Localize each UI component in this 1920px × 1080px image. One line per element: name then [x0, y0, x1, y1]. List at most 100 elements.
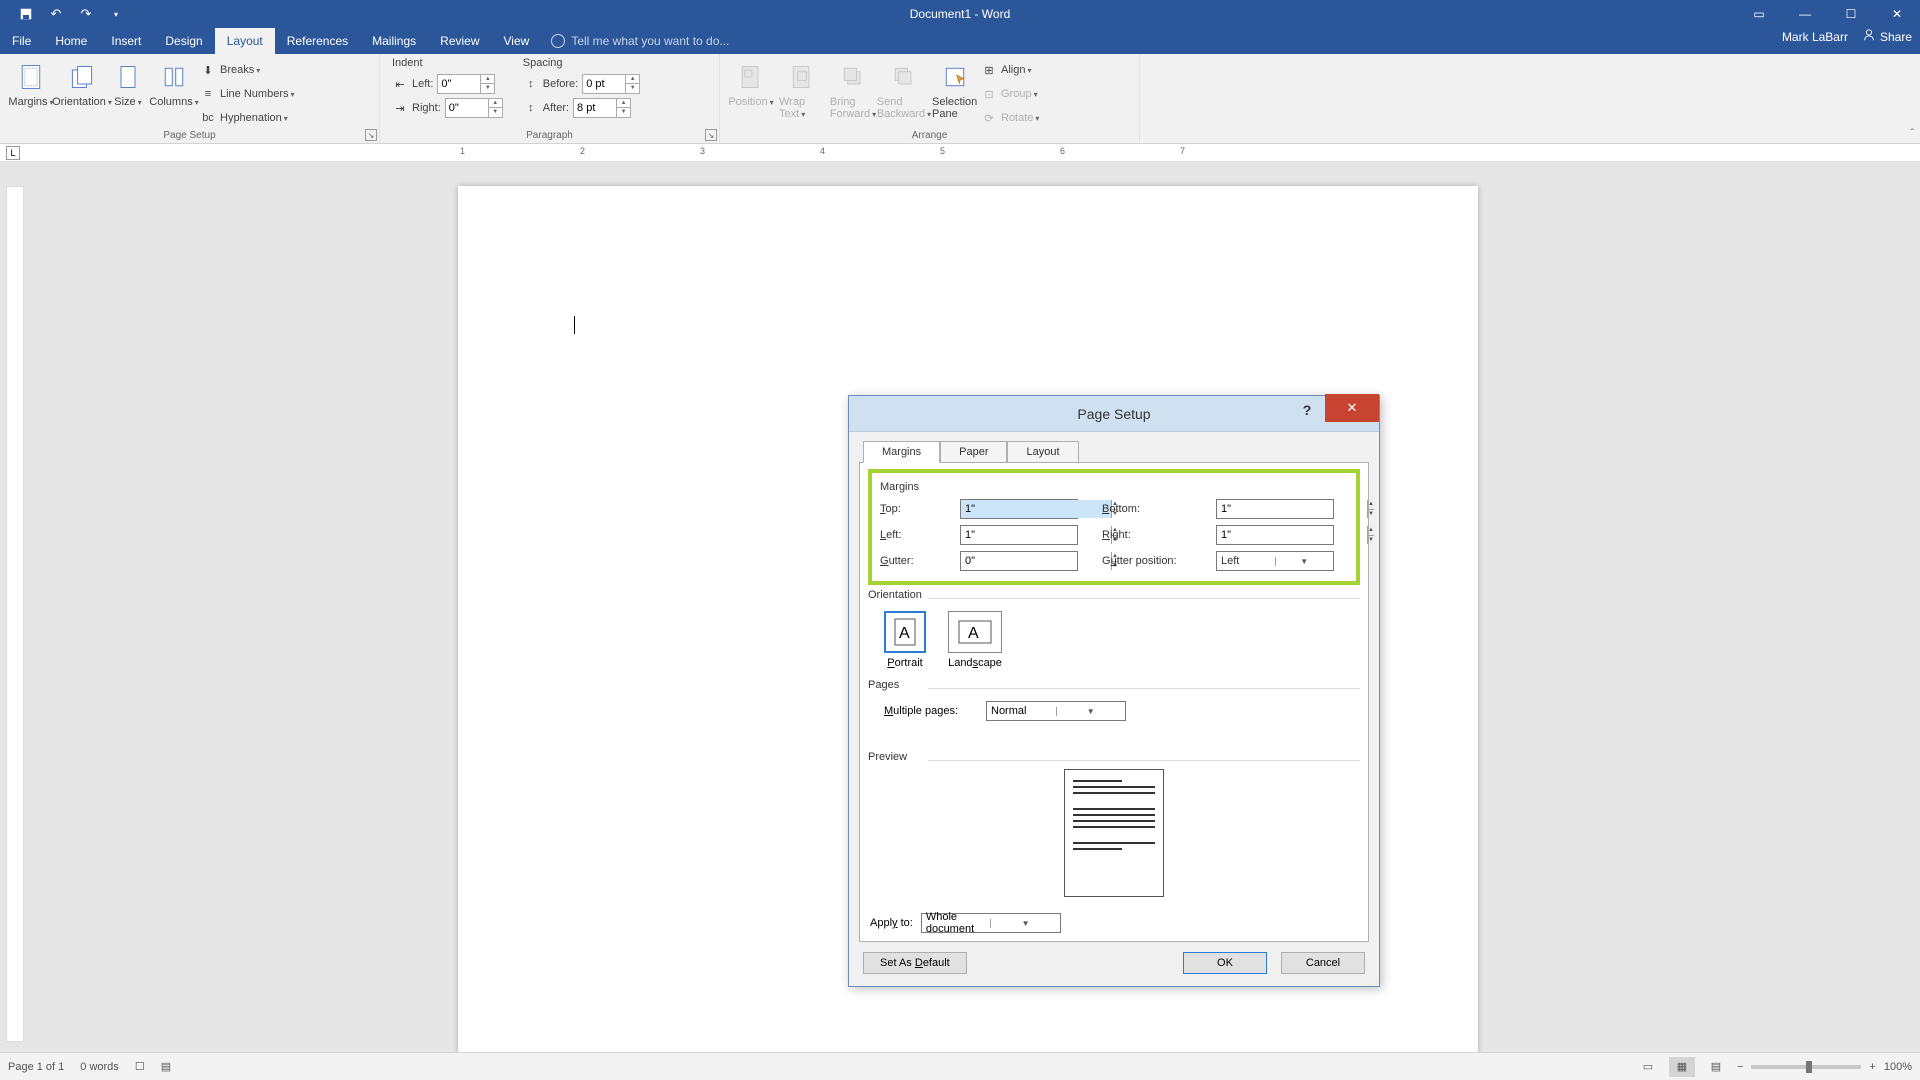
zoom-in-icon[interactable]: + [1869, 1061, 1875, 1073]
print-layout-icon[interactable]: ▦ [1669, 1057, 1695, 1077]
multiple-pages-dropdown[interactable]: Normal▼ [986, 701, 1126, 721]
qat-customize-icon[interactable]: ▾ [108, 6, 124, 22]
dialog-titlebar[interactable]: Page Setup ? ✕ [849, 396, 1379, 432]
columns-icon [158, 61, 190, 93]
save-icon[interactable] [18, 6, 34, 22]
tab-margins[interactable]: Margins [863, 441, 940, 463]
margins-highlight: Margins Top: ▲▼ Bottom: ▲▼ Left: ▲▼ Righ… [868, 469, 1360, 585]
indent-right-label: Right: [412, 102, 441, 114]
indent-left-input[interactable]: ▲▼ [437, 74, 495, 94]
tab-layout-dlg[interactable]: Layout [1007, 441, 1078, 463]
indent-left-icon: ⇤ [392, 76, 408, 92]
apply-to-dropdown[interactable]: Whole document▼ [921, 913, 1061, 933]
bottom-label: Bottom: [1102, 503, 1192, 515]
cancel-button[interactable]: Cancel [1281, 952, 1365, 974]
spacing-before-input[interactable]: ▲▼ [582, 74, 640, 94]
indent-right-input[interactable]: ▲▼ [445, 98, 503, 118]
ok-button[interactable]: OK [1183, 952, 1267, 974]
read-mode-icon[interactable]: ▭ [1635, 1057, 1661, 1077]
bring-forward-label: Bring Forward [830, 96, 876, 120]
tell-me-search[interactable]: Tell me what you want to do... [541, 28, 729, 54]
top-label: Top: [880, 503, 936, 515]
close-window-icon[interactable]: ✕ [1874, 0, 1920, 28]
tab-references[interactable]: References [275, 28, 360, 54]
status-bar: Page 1 of 1 0 words ☐ ▤ ▭ ▦ ▤ − + 100% [0, 1052, 1920, 1080]
landscape-option[interactable]: A Landscape [948, 611, 1002, 669]
tab-view[interactable]: View [492, 28, 542, 54]
maximize-icon[interactable]: ☐ [1828, 0, 1874, 28]
orientation-icon [66, 61, 98, 93]
gutter-position-label: Gutter position: [1102, 555, 1192, 567]
tab-paper[interactable]: Paper [940, 441, 1007, 463]
group-paragraph: Indent ⇤Left:▲▼ ⇥Right:▲▼ Spacing ↕Befor… [380, 54, 720, 143]
hyphenation-button[interactable]: bcHyphenation [200, 107, 295, 129]
bottom-margin-input[interactable]: ▲▼ [1216, 499, 1334, 519]
send-backward-label: Send Backward [877, 96, 931, 120]
window-controls: ▭ — ☐ ✕ [1736, 0, 1920, 28]
portrait-option[interactable]: A Portrait [884, 611, 926, 669]
share-button[interactable]: Share [1862, 28, 1912, 45]
undo-icon[interactable]: ↶ [48, 6, 64, 22]
page-setup-dialog-launcher[interactable]: ↘ [365, 129, 377, 141]
paragraph-dialog-launcher[interactable]: ↘ [705, 129, 717, 141]
macro-icon[interactable]: ▤ [161, 1060, 171, 1073]
word-count[interactable]: 0 words [80, 1061, 119, 1073]
gutter-position-dropdown[interactable]: Left▼ [1216, 551, 1334, 571]
tab-review[interactable]: Review [428, 28, 491, 54]
set-as-default-button[interactable]: Set As Default [863, 952, 967, 974]
spacing-header: Spacing [523, 57, 640, 71]
portrait-label: Portrait [887, 657, 922, 669]
tab-home[interactable]: Home [43, 28, 99, 54]
size-button[interactable]: Size [108, 57, 148, 108]
breaks-button[interactable]: ⬇Breaks [200, 59, 295, 81]
spell-check-icon[interactable]: ☐ [135, 1060, 145, 1073]
breaks-label: Breaks [220, 64, 260, 76]
redo-icon[interactable]: ↷ [78, 6, 94, 22]
tab-mailings[interactable]: Mailings [360, 28, 428, 54]
left-label: Left: [880, 529, 936, 541]
top-margin-input[interactable]: ▲▼ [960, 499, 1078, 519]
spacing-before-icon: ↕ [523, 76, 539, 92]
left-margin-input[interactable]: ▲▼ [960, 525, 1078, 545]
selection-pane-button[interactable]: Selection Pane [930, 57, 980, 120]
spacing-after-icon: ↕ [523, 100, 539, 116]
page-count[interactable]: Page 1 of 1 [8, 1061, 64, 1073]
wrap-text-button: Wrap Text [777, 57, 827, 120]
close-icon[interactable]: ✕ [1325, 394, 1379, 422]
right-margin-input[interactable]: ▲▼ [1216, 525, 1334, 545]
collapse-ribbon-icon[interactable]: ˆ [1911, 128, 1914, 139]
columns-label: Columns [149, 96, 198, 108]
zoom-out-icon[interactable]: − [1737, 1061, 1743, 1073]
line-numbers-button[interactable]: ≡Line Numbers [200, 83, 295, 105]
gutter-input[interactable]: ▲▼ [960, 551, 1078, 571]
zoom-slider[interactable] [1751, 1065, 1861, 1069]
wrap-text-label: Wrap Text [779, 96, 825, 120]
minimize-icon[interactable]: — [1782, 0, 1828, 28]
wrap-text-icon [786, 61, 818, 93]
align-button[interactable]: ⊞Align [981, 59, 1039, 81]
ribbon-display-icon[interactable]: ▭ [1736, 0, 1782, 28]
ribbon: Margins Orientation Size Columns ⬇Breaks… [0, 54, 1920, 144]
arrange-group-label: Arrange [720, 130, 1139, 143]
margins-button[interactable]: Margins [6, 57, 56, 108]
columns-button[interactable]: Columns [149, 57, 199, 108]
user-name[interactable]: Mark LaBarr [1782, 30, 1848, 44]
tab-design[interactable]: Design [153, 28, 214, 54]
zoom-level[interactable]: 100% [1884, 1061, 1912, 1073]
paragraph-group-label: Paragraph [380, 130, 719, 143]
spacing-before-label: Before: [543, 78, 578, 90]
web-layout-icon[interactable]: ▤ [1703, 1057, 1729, 1077]
orientation-button[interactable]: Orientation [57, 57, 107, 108]
horizontal-ruler[interactable]: 1 2 3 4 5 6 7 [360, 145, 1460, 161]
vertical-ruler[interactable] [6, 186, 24, 1042]
spacing-after-input[interactable]: ▲▼ [573, 98, 631, 118]
size-icon [112, 61, 144, 93]
tab-layout[interactable]: Layout [215, 28, 275, 54]
tab-file[interactable]: File [0, 28, 43, 54]
lightbulb-icon [551, 34, 565, 48]
margins-icon [15, 61, 47, 93]
align-label: Align [1001, 64, 1031, 76]
tab-selector[interactable]: L [6, 146, 20, 160]
help-icon[interactable]: ? [1293, 396, 1321, 424]
tab-insert[interactable]: Insert [99, 28, 153, 54]
